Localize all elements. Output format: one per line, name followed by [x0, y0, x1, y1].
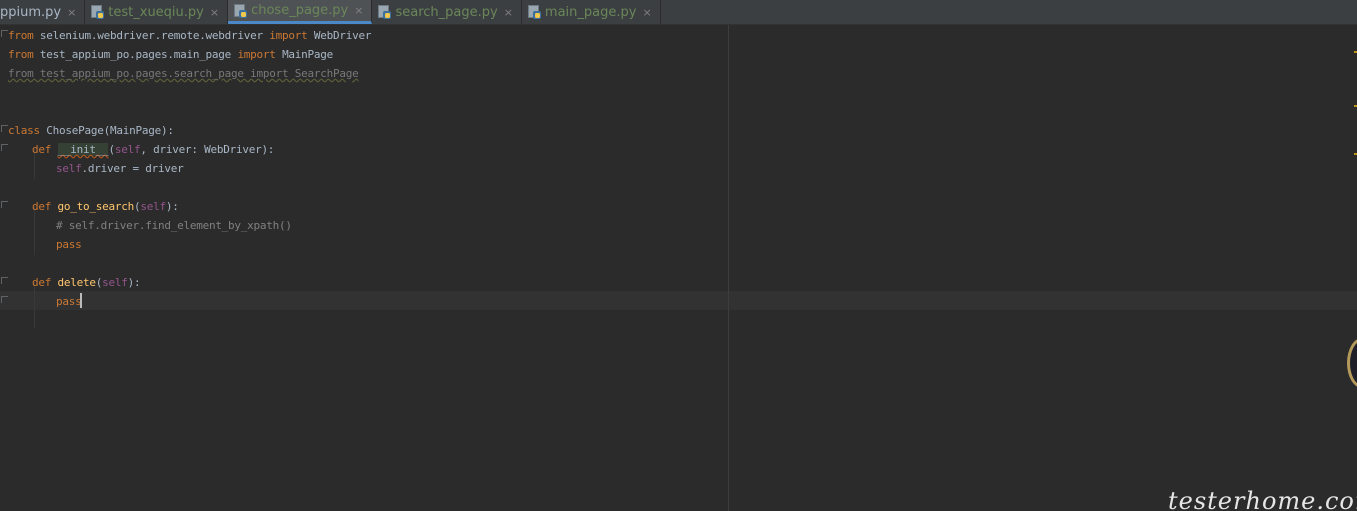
code-line-7: def __init__(self, driver: WebDriver): — [32, 140, 274, 159]
module-name: selenium.webdriver.remote.webdriver — [39, 29, 263, 42]
tab-test-xueqiu[interactable]: test_xueqiu.py × — [85, 0, 229, 24]
code-line-10: def go_to_search(self): — [32, 197, 179, 216]
current-line-highlight — [0, 291, 1357, 310]
params: , driver: WebDriver): — [140, 143, 275, 156]
keyword: from — [8, 48, 34, 61]
tab-label: search_page.py — [395, 4, 498, 20]
class-declaration: ChosePage(MainPage): — [46, 124, 174, 137]
python-file-icon — [527, 5, 541, 19]
comment: # self.driver.find_element_by_xpath() — [56, 219, 292, 232]
import-name: MainPage — [282, 48, 334, 61]
self-ref: self — [56, 162, 82, 175]
tab-main-page[interactable]: main_page.py × — [522, 0, 661, 24]
code-line-8: self.driver = driver — [56, 159, 184, 178]
python-file-icon — [91, 5, 105, 19]
self-param: self — [102, 276, 128, 289]
function-name: __init__ — [57, 143, 109, 156]
code-line-3: from test_appium_po.pages.search_page im… — [8, 64, 359, 83]
assignment: .driver = driver — [81, 162, 184, 175]
close-icon[interactable]: × — [210, 6, 219, 19]
tab-label: main_page.py — [544, 4, 637, 20]
close-icon[interactable]: × — [354, 4, 363, 17]
tab-label: test_xueqiu.py — [108, 4, 204, 20]
code-line-15: pass — [56, 292, 82, 311]
fold-marker[interactable] — [1, 201, 8, 208]
self-param: self — [114, 143, 141, 156]
keyword: class — [8, 124, 40, 137]
tab-appium[interactable]: appium.py × — [0, 0, 86, 24]
watermark: testerhome.com — [1168, 487, 1357, 511]
paren: ): — [127, 276, 141, 289]
fold-marker[interactable] — [1, 144, 8, 151]
code-line-12: pass — [56, 235, 82, 254]
function-name: delete — [57, 276, 97, 289]
right-margin-guide — [728, 25, 729, 511]
fold-marker[interactable] — [1, 296, 8, 303]
keyword: import — [269, 29, 308, 42]
unused-import: from test_appium_po.pages.search_page im… — [8, 67, 359, 80]
fold-marker[interactable] — [1, 277, 8, 284]
keyword: from — [8, 29, 34, 42]
code-line-1: from selenium.webdriver.remote.webdriver… — [8, 26, 372, 45]
close-icon[interactable]: × — [504, 6, 513, 19]
keyword: pass — [56, 295, 82, 308]
text-caret — [80, 293, 82, 308]
function-name: go_to_search — [57, 200, 135, 213]
code-editor[interactable]: from selenium.webdriver.remote.webdriver… — [0, 25, 1357, 511]
avatar — [1347, 338, 1357, 388]
self-param: self — [140, 200, 166, 213]
python-file-icon — [234, 3, 248, 18]
tab-label: chose_page.py — [251, 3, 349, 18]
close-icon[interactable]: × — [642, 6, 651, 19]
keyword: def — [32, 276, 52, 289]
fold-marker[interactable] — [1, 30, 8, 37]
import-name: WebDriver — [313, 29, 372, 42]
tab-search-page[interactable]: search_page.py × — [372, 0, 522, 24]
keyword: def — [32, 143, 52, 156]
close-icon[interactable]: × — [67, 6, 76, 19]
code-line-11: # self.driver.find_element_by_xpath() — [56, 216, 292, 235]
ide-window: appium.py × test_xueqiu.py × chose_page.… — [0, 0, 1357, 511]
editor-tab-bar: appium.py × test_xueqiu.py × chose_page.… — [0, 0, 1357, 25]
code-line-6: class ChosePage(MainPage): — [8, 121, 174, 140]
module-name: test_appium_po.pages.main_page — [39, 48, 232, 61]
python-file-icon — [378, 5, 392, 19]
paren: ): — [165, 200, 179, 213]
keyword: def — [32, 200, 52, 213]
tab-label: appium.py — [0, 4, 62, 20]
code-line-2: from test_appium_po.pages.main_page impo… — [8, 45, 333, 64]
keyword: pass — [56, 238, 82, 251]
code-line-14: def delete(self): — [32, 273, 141, 292]
keyword: import — [237, 48, 276, 61]
fold-marker[interactable] — [1, 125, 8, 132]
tab-chose-page[interactable]: chose_page.py × — [228, 0, 373, 24]
